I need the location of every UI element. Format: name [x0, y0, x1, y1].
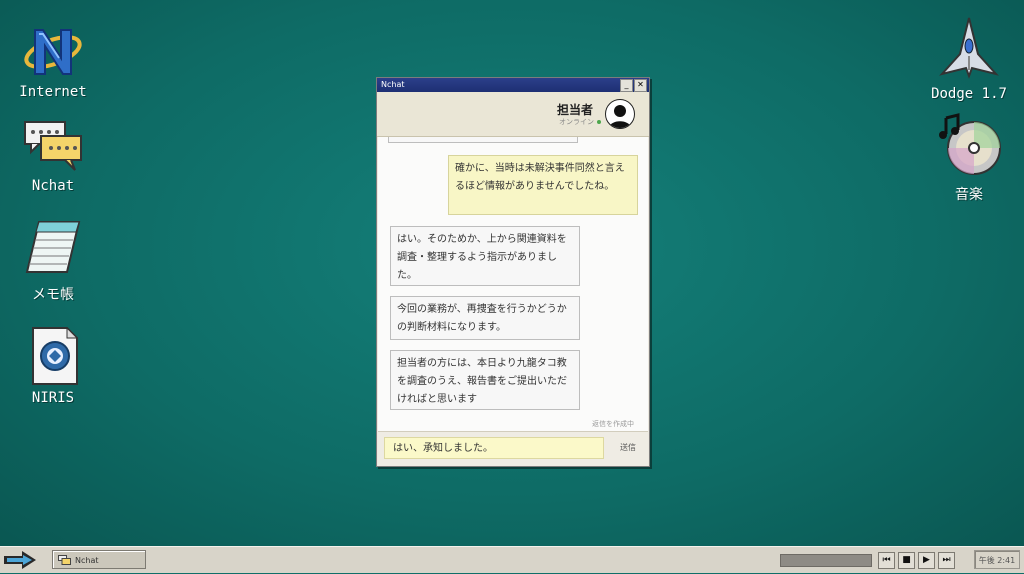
contact-status: オンライン: [559, 117, 601, 127]
desktop-icon-label: Internet: [19, 84, 87, 100]
taskbar: Nchat ⏮ ■ ▶ ⏭ 午後 2:41: [0, 546, 1024, 573]
notepad-icon: [25, 221, 81, 273]
desktop-icon-label: NIRIS: [31, 390, 75, 406]
person-avatar-icon: [609, 105, 631, 128]
send-button[interactable]: 送信: [620, 442, 636, 453]
chat-icon: [24, 121, 82, 171]
close-button[interactable]: ✕: [634, 79, 647, 92]
message-list[interactable]: 確かに、当時は未解決事件同然と言えるほど情報がありませんでしたね。 はい。そのた…: [378, 137, 648, 431]
minimize-button[interactable]: _: [620, 79, 633, 92]
avatar: [605, 99, 635, 129]
chat-header: 担当者 オンライン: [377, 92, 649, 137]
desktop-icon-label: 音楽: [955, 187, 983, 203]
next-track-button[interactable]: ⏭: [938, 552, 955, 569]
desktop-icon-niris[interactable]: NIRIS: [8, 326, 98, 406]
desktop-icon-notepad[interactable]: メモ帳: [8, 216, 98, 304]
taskbar-item-nchat[interactable]: Nchat: [52, 550, 146, 569]
taskbar-item-label: Nchat: [75, 556, 99, 565]
desktop-icon-label: Dodge 1.7: [931, 86, 1007, 102]
message-bubble-sent: 確かに、当時は未解決事件同然と言えるほど情報がありませんでしたね。: [448, 155, 638, 215]
message-bubble-partial: [388, 137, 578, 143]
clock: 午後 2:41: [974, 550, 1020, 569]
nchat-window: Nchat _ ✕ 担当者 オンライン 確かに、当時は未解決事件同然と言えるほど…: [376, 77, 650, 467]
desktop-icon-nchat[interactable]: Nchat: [8, 118, 98, 194]
window-title: Nchat: [381, 80, 405, 89]
message-bubble-received: 担当者の方には、本日より九龍タコ教を調査のうえ、報告書をご提出いただければと思い…: [390, 350, 580, 410]
previous-track-button[interactable]: ⏮: [878, 552, 895, 569]
message-input[interactable]: はい、承知しました。: [384, 437, 604, 459]
media-progress-bar[interactable]: [780, 554, 872, 567]
contact-name: 担当者: [556, 103, 593, 117]
start-button[interactable]: [2, 550, 38, 570]
stop-button[interactable]: ■: [898, 552, 915, 569]
input-row: はい、承知しました。 送信: [378, 431, 648, 466]
music-cd-icon: [939, 113, 1001, 175]
desktop: Internet Nchat メモ帳 NIRIS Dodge 1.7 音楽 Nc…: [0, 0, 1024, 546]
window-titlebar[interactable]: Nchat _ ✕: [377, 78, 649, 92]
desktop-icon-music[interactable]: 音楽: [924, 112, 1014, 204]
desktop-icon-dodge[interactable]: Dodge 1.7: [924, 14, 1014, 102]
typing-indicator: 返信を作成中: [592, 420, 634, 428]
spaceship-icon: [939, 17, 999, 79]
play-button[interactable]: ▶: [918, 552, 935, 569]
desktop-icon-label: Nchat: [31, 178, 75, 194]
desktop-icon-internet[interactable]: Internet: [8, 24, 98, 100]
online-dot-icon: [597, 120, 601, 124]
internet-icon: [24, 29, 82, 75]
message-bubble-received: 今回の業務が、再捜査を行うかどうかの判断材料になります。: [390, 296, 580, 340]
desktop-icon-label: メモ帳: [32, 287, 74, 303]
message-bubble-received: はい。そのためか、上から関連資料を調査・整理するよう指示がありました。: [390, 226, 580, 286]
document-emblem-icon: [32, 326, 79, 385]
start-arrow-icon: [4, 551, 36, 569]
chat-icon: [58, 555, 71, 565]
